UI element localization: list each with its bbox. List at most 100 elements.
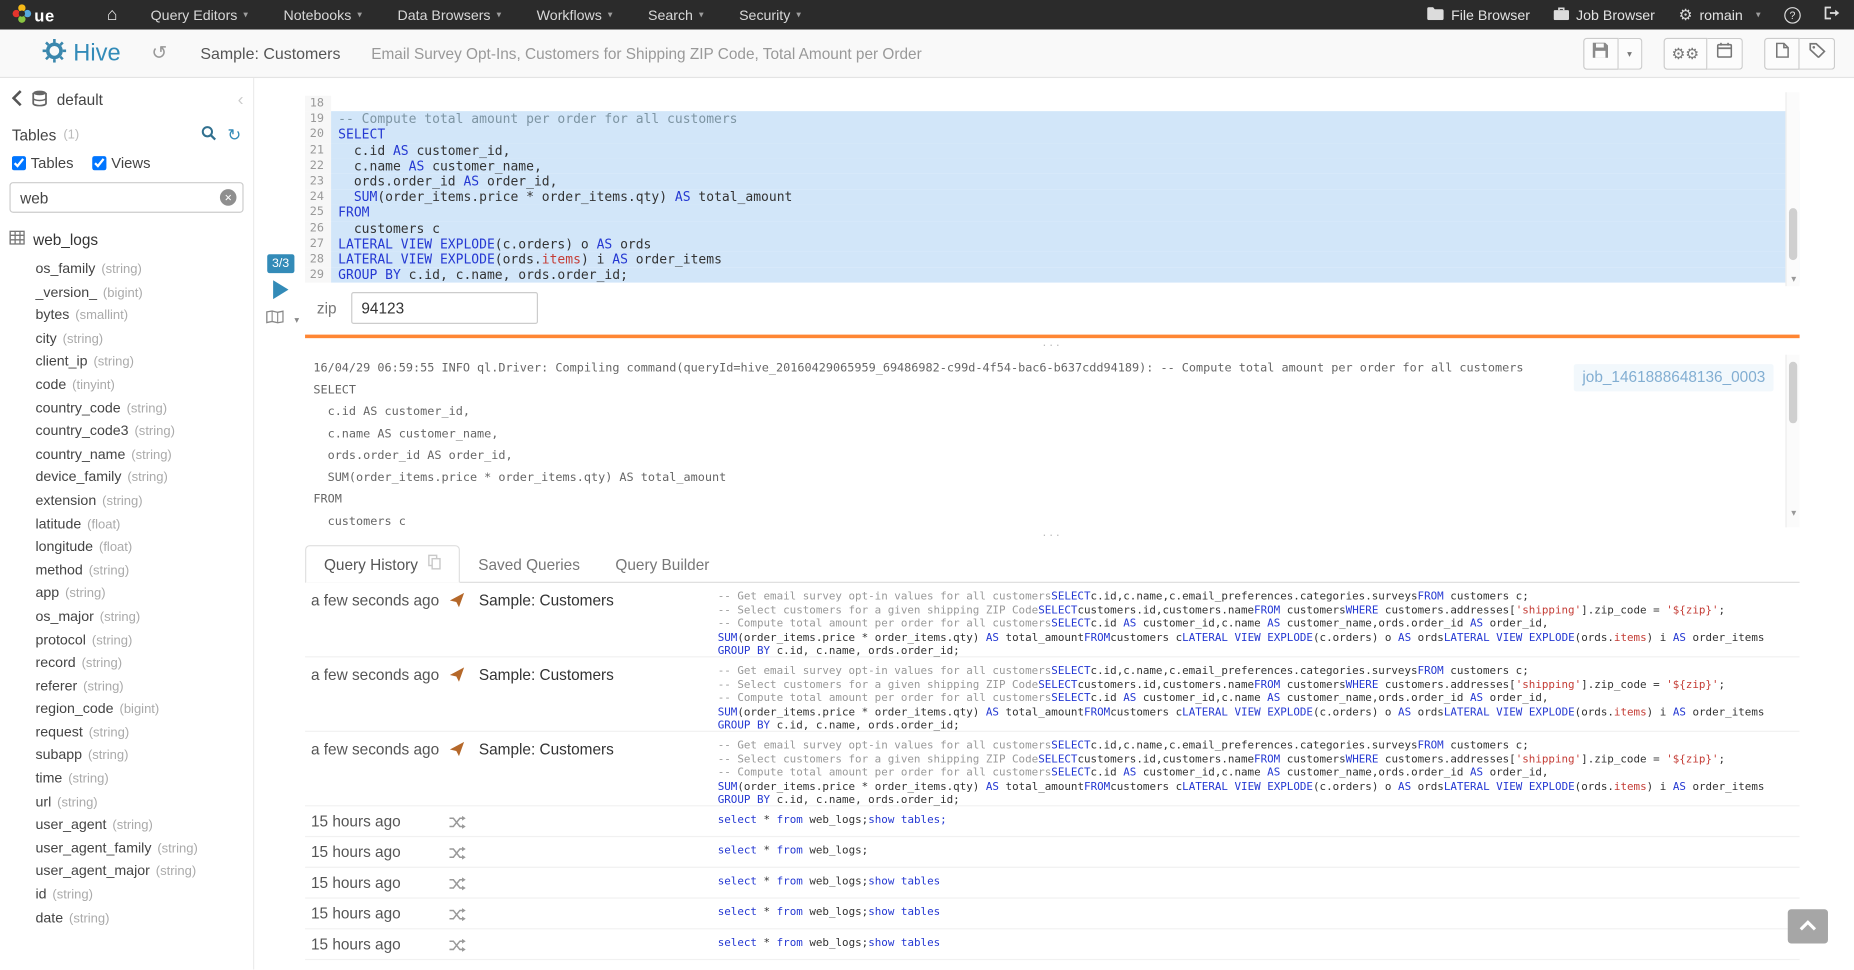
resize-handle-icon[interactable]: ··· bbox=[305, 531, 1800, 543]
menu-workflows[interactable]: Workflows▾ bbox=[522, 0, 626, 30]
table-item-web-logs[interactable]: web_logs bbox=[0, 213, 253, 251]
log-scrollbar[interactable]: ▼ bbox=[1785, 355, 1799, 528]
tags-button[interactable] bbox=[1800, 37, 1835, 69]
column-item[interactable]: id(string) bbox=[0, 882, 253, 905]
column-item[interactable]: _version_(bigint) bbox=[0, 280, 253, 303]
query-map-button[interactable]: ▾ bbox=[266, 309, 299, 330]
paper-plane-icon bbox=[449, 667, 464, 688]
job-link[interactable]: job_1461888648136_0003 bbox=[1574, 364, 1773, 391]
column-item[interactable]: user_agent_major(string) bbox=[0, 859, 253, 882]
column-item[interactable]: url(string) bbox=[0, 789, 253, 812]
column-item[interactable]: os_major(string) bbox=[0, 604, 253, 627]
save-button[interactable] bbox=[1583, 37, 1618, 69]
table-filter-input[interactable] bbox=[9, 182, 243, 213]
editor-scrollbar[interactable]: ▼ bbox=[1785, 92, 1799, 286]
settings-button[interactable]: ⚙⚙ bbox=[1663, 37, 1707, 69]
line-number: 29 bbox=[305, 267, 331, 283]
history-row[interactable]: 15 hours agoselect * from web_logs;show … bbox=[305, 868, 1800, 899]
database-name[interactable]: default bbox=[57, 91, 103, 109]
editor-line: 23 ords.order_id AS order_id, bbox=[305, 174, 1800, 190]
sql-editor[interactable]: 18 19-- Compute total amount per order f… bbox=[305, 92, 1800, 286]
column-item[interactable]: user_agent_family(string) bbox=[0, 836, 253, 859]
history-query[interactable]: select * from web_logs; bbox=[718, 844, 1790, 858]
tab-query-history[interactable]: Query History bbox=[305, 545, 460, 583]
column-item[interactable]: longitude(float) bbox=[0, 535, 253, 558]
history-row[interactable]: 15 hours agoselect * from web_logs;show … bbox=[305, 929, 1800, 960]
history-query[interactable]: select * from web_logs;show tables bbox=[718, 936, 1790, 950]
tab-saved-queries[interactable]: Saved Queries bbox=[461, 547, 598, 581]
history-row[interactable]: a few seconds agoSample: Customers-- Get… bbox=[305, 657, 1800, 731]
column-item[interactable]: referer(string) bbox=[0, 674, 253, 697]
column-item[interactable]: country_code(string) bbox=[0, 396, 253, 419]
schedule-button[interactable] bbox=[1707, 37, 1742, 69]
column-item[interactable]: time(string) bbox=[0, 766, 253, 789]
column-item[interactable]: extension(string) bbox=[0, 488, 253, 511]
menu-data-browsers[interactable]: Data Browsers▾ bbox=[383, 0, 515, 30]
history-row[interactable]: a few seconds agoSample: Customers-- Get… bbox=[305, 583, 1800, 657]
column-item[interactable]: region_code(bigint) bbox=[0, 697, 253, 720]
scroll-down-icon[interactable]: ▼ bbox=[1787, 503, 1801, 525]
history-query[interactable]: select * from web_logs;show tables; bbox=[718, 813, 1790, 827]
column-item[interactable]: record(string) bbox=[0, 650, 253, 673]
filter-views-label: Views bbox=[111, 155, 150, 172]
search-icon[interactable] bbox=[201, 125, 216, 144]
history-query[interactable]: -- Get email survey opt-in values for al… bbox=[718, 739, 1790, 808]
variable-input[interactable] bbox=[351, 292, 538, 324]
column-item[interactable]: country_code3(string) bbox=[0, 419, 253, 442]
history-row[interactable]: a few seconds agoSample: Customers-- Get… bbox=[305, 732, 1800, 806]
scroll-down-icon[interactable]: ▼ bbox=[1787, 274, 1801, 283]
column-item[interactable]: code(tinyint) bbox=[0, 372, 253, 395]
scrollbar-thumb[interactable] bbox=[1789, 208, 1797, 260]
history-row[interactable]: 15 hours agoselect * from web_logs; bbox=[305, 837, 1800, 868]
menu-security[interactable]: Security▾ bbox=[725, 0, 815, 30]
filter-tables-checkbox[interactable]: Tables bbox=[12, 155, 74, 172]
tables-checkbox[interactable] bbox=[12, 156, 26, 170]
column-item[interactable]: latitude(float) bbox=[0, 511, 253, 534]
menu-search[interactable]: Search▾ bbox=[634, 0, 718, 30]
resize-handle-icon[interactable]: ··· bbox=[305, 341, 1800, 353]
filter-views-checkbox[interactable]: Views bbox=[92, 155, 150, 172]
back-icon[interactable] bbox=[12, 90, 23, 110]
file-browser-link[interactable]: File Browser bbox=[1427, 7, 1529, 24]
help-icon[interactable]: ? bbox=[1784, 7, 1801, 24]
views-checkbox[interactable] bbox=[92, 156, 106, 170]
history-row[interactable]: 15 hours agoselect * from web_logs;show … bbox=[305, 806, 1800, 837]
tab-query-builder[interactable]: Query Builder bbox=[598, 547, 727, 581]
column-item[interactable]: device_family(string) bbox=[0, 465, 253, 488]
save-dropdown-button[interactable]: ▾ bbox=[1618, 37, 1642, 69]
column-item[interactable]: request(string) bbox=[0, 720, 253, 743]
collapse-panel-icon[interactable]: ‹ bbox=[238, 90, 244, 110]
menu-notebooks[interactable]: Notebooks▾ bbox=[269, 0, 376, 30]
column-item[interactable]: bytes(smallint) bbox=[0, 303, 253, 326]
column-type: (string) bbox=[127, 401, 167, 415]
hive-app-link[interactable]: Hive bbox=[43, 38, 121, 68]
column-item[interactable]: os_family(string) bbox=[0, 257, 253, 280]
column-item[interactable]: app(string) bbox=[0, 581, 253, 604]
column-item[interactable]: country_name(string) bbox=[0, 442, 253, 465]
document-button[interactable] bbox=[1764, 37, 1799, 69]
column-item[interactable]: client_ip(string) bbox=[0, 349, 253, 372]
clear-filter-icon[interactable]: ✕ bbox=[220, 189, 237, 206]
scrollbar-thumb[interactable] bbox=[1789, 362, 1797, 423]
history-row[interactable]: 15 hours agoselect * from web_logs;show … bbox=[305, 899, 1800, 930]
column-item[interactable]: city(string) bbox=[0, 326, 253, 349]
column-item[interactable]: user_agent(string) bbox=[0, 813, 253, 836]
home-button[interactable]: ⌂ bbox=[107, 0, 118, 30]
history-query[interactable]: -- Get email survey opt-in values for al… bbox=[718, 590, 1790, 659]
refresh-icon[interactable]: ↻ bbox=[227, 127, 241, 144]
history-query[interactable]: -- Get email survey opt-in values for al… bbox=[718, 665, 1790, 734]
column-item[interactable]: method(string) bbox=[0, 558, 253, 581]
job-browser-link[interactable]: Job Browser bbox=[1554, 7, 1655, 24]
hue-logo[interactable]: ue bbox=[12, 3, 55, 27]
column-item[interactable]: subapp(string) bbox=[0, 743, 253, 766]
execute-button[interactable] bbox=[273, 280, 288, 299]
column-item[interactable]: protocol(string) bbox=[0, 627, 253, 650]
column-item[interactable]: date(string) bbox=[0, 905, 253, 928]
history-icon[interactable]: ↺ bbox=[151, 41, 167, 65]
history-query[interactable]: select * from web_logs;show tables bbox=[718, 875, 1790, 889]
user-menu[interactable]: ⚙ romain ▾ bbox=[1679, 7, 1761, 24]
sign-out-icon[interactable] bbox=[1824, 6, 1839, 24]
history-query[interactable]: select * from web_logs;show tables bbox=[718, 906, 1790, 920]
scroll-to-top-button[interactable] bbox=[1788, 909, 1828, 943]
menu-query-editors[interactable]: Query Editors▾ bbox=[136, 0, 262, 30]
